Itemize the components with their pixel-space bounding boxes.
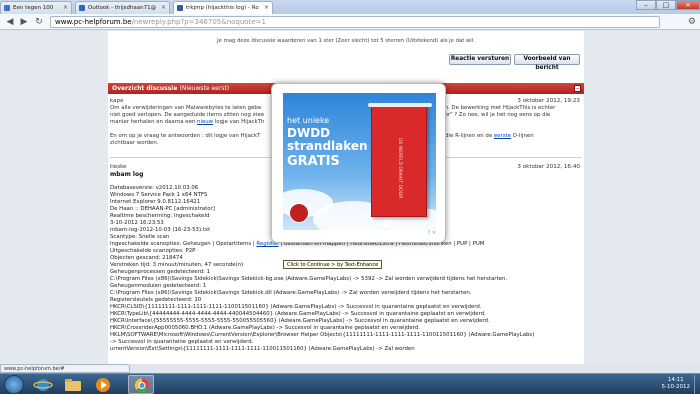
browser-window: Een tegen 100 × Outlook - thijsdhaan71@ … — [0, 0, 700, 394]
log-line: Geheugenmodulen gedetecteerd: 1 — [110, 283, 207, 289]
link-tooltip: Click to Continue > by Text-Enhance — [283, 260, 383, 269]
post-author: kape — [110, 98, 124, 104]
taskbar-media-player-button[interactable] — [90, 375, 116, 394]
log-line: C:\Program Files (x86)\Savings Sidekick\… — [110, 276, 508, 282]
log-line: HKLM\SOFTWARE\Microsoft\Windows\CurrentV… — [110, 332, 535, 338]
dwdd-seal-icon — [289, 203, 309, 223]
tab-outlook[interactable]: Outlook - thijsdhaan71@ × — [75, 1, 170, 14]
clock-date: 5-10-2012 — [661, 384, 690, 390]
address-path: /newreply.php?p=346705&noquote=1 — [131, 18, 266, 26]
file-explorer-icon — [65, 379, 81, 391]
log-line: Registersleutels gedetecteerd: 10 — [110, 297, 202, 303]
log-line: -> Succesvol in quarantaine geplaatst en… — [110, 339, 254, 345]
tab-een-tegen-100[interactable]: Een tegen 100 × — [0, 1, 72, 14]
start-button[interactable] — [4, 375, 24, 394]
towel-rod — [368, 103, 432, 107]
ad-text-line: strandlaken — [287, 139, 368, 153]
advertisement-popup[interactable]: het unieke DWDD strandlaken GRATIS DE WE… — [271, 83, 446, 243]
taskbar-chrome-button[interactable] — [128, 375, 154, 394]
dwdd-towel-ad[interactable]: het unieke DWDD strandlaken GRATIS DE WE… — [283, 93, 436, 230]
tab-favicon-icon — [4, 5, 10, 11]
tab-trkjmp[interactable]: trkjmp (hijackthis log) - Ro × — [173, 1, 273, 14]
minimize-button[interactable]: – — [636, 0, 656, 10]
status-bar: www.pc-helpforum.be/# — [0, 364, 130, 373]
address-domain: www.pc-helpforum.be — [55, 18, 132, 26]
log-line: Geheugenprocessen gedetecteerd: 1 — [110, 269, 211, 275]
ad-text-line: GRATIS — [287, 154, 340, 169]
browser-toolbar: ◀ ▶ ↻ www.pc-helpforum.be/newreply.php?p… — [0, 14, 700, 30]
close-window-button[interactable]: × — [676, 0, 700, 10]
system-tray: 14:11 5-10-2012 — [618, 375, 700, 394]
overview-subtitle: (Nieuwste eerst) — [179, 85, 230, 92]
link-eerste[interactable]: eerste — [494, 133, 511, 139]
log-line: HKCR\CLSID\{11111111-1111-1111-1111-1100… — [110, 304, 482, 310]
back-button[interactable]: ◀ — [4, 16, 16, 28]
log-line: HKCR\TypeLib\{44444444-4444-4444-4444-44… — [110, 311, 486, 317]
beach-towel-image: DE WERELD DRAAIT DOOR — [368, 103, 432, 217]
media-player-icon — [96, 378, 110, 392]
log-line: HKCR\CrossriderApp0005060.BHO.1 (Adware.… — [110, 325, 420, 331]
post-date: 3 oktober 2012, 19:23 — [517, 98, 580, 104]
log-line: HKCR\Interface\{55555555-5555-5555-5555-… — [110, 318, 490, 324]
clock-time: 14:11 — [667, 377, 684, 383]
popup-close-icon[interactable]: ? ✕ — [428, 230, 436, 236]
tab-favicon-icon — [177, 5, 183, 11]
towel-text: DE WERELD DRAAIT DOOR — [397, 138, 402, 199]
tab-strip: Een tegen 100 × Outlook - thijsdhaan71@ … — [0, 0, 700, 14]
windows-taskbar: 14:11 5-10-2012 — [0, 373, 700, 394]
show-desktop-button[interactable] — [694, 375, 700, 394]
post-title: mbam log — [110, 171, 144, 178]
log-line: Uitgeschakelde scanopties: P2P — [110, 248, 196, 254]
reload-button[interactable]: ↻ — [33, 16, 45, 28]
taskbar-ie-button[interactable] — [30, 375, 56, 394]
post-date: 3 oktober 2012, 16:40 — [517, 164, 580, 170]
maximize-button[interactable]: □ — [656, 0, 676, 10]
forward-button[interactable]: ▶ — [18, 16, 30, 28]
log-line: urrentVersion\Ext\Settings\{11111111-111… — [110, 346, 415, 352]
rating-note: Je mag deze discussie waarderen van 1 st… — [217, 38, 475, 44]
taskbar-clock[interactable]: 14:11 5-10-2012 — [662, 377, 690, 391]
taskbar-explorer-button[interactable] — [60, 375, 86, 394]
log-line: C:\Program Files (x86)\Savings Sidekick\… — [110, 290, 472, 296]
address-bar[interactable]: www.pc-helpforum.be/newreply.php?p=34670… — [50, 16, 660, 28]
chrome-icon — [134, 378, 149, 393]
wrench-menu-icon[interactable]: ⚙ — [688, 16, 696, 28]
tab-title: trkjmp (hijackthis log) - Ro — [186, 5, 259, 11]
tab-title: Een tegen 100 — [13, 5, 54, 11]
tab-close-icon[interactable]: × — [63, 2, 68, 14]
post-author: tieske — [110, 164, 127, 170]
link-nieuw[interactable]: nieuw — [197, 119, 213, 125]
ad-text-line: het unieke — [287, 116, 330, 125]
overview-title: Overzicht discussie — [112, 85, 178, 92]
preview-post-button[interactable]: Voorbeeld van bericht — [514, 54, 580, 71]
collapse-icon[interactable]: – — [574, 85, 581, 92]
tab-close-icon[interactable]: × — [264, 2, 269, 14]
internet-explorer-icon — [33, 379, 53, 391]
submit-reply-button[interactable]: Reactie versturen — [449, 54, 511, 65]
tab-title: Outlook - thijsdhaan71@ — [88, 5, 157, 11]
tab-favicon-icon — [79, 5, 85, 11]
ad-text-line: DWDD — [287, 126, 331, 140]
tab-close-icon[interactable]: × — [161, 2, 166, 14]
